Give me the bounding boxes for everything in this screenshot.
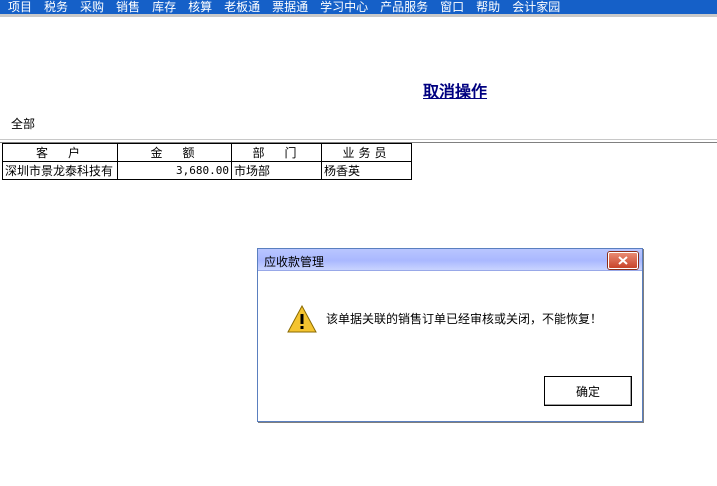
menu-item-inventory[interactable]: 库存	[144, 1, 180, 14]
divider	[0, 139, 717, 140]
close-button[interactable]	[608, 252, 638, 269]
column-header-salesperson[interactable]: 业务员	[321, 143, 412, 162]
table-header-row: 客 户 金 额 部 门 业务员	[2, 143, 412, 162]
page-title[interactable]: 取消操作	[423, 78, 487, 102]
column-header-customer[interactable]: 客 户	[2, 143, 118, 162]
column-header-amount[interactable]: 金 额	[117, 143, 232, 162]
warning-icon	[287, 305, 317, 333]
dialog-message: 该单据关联的销售订单已经审核或关闭，不能恢复！	[326, 312, 603, 326]
close-icon	[618, 256, 628, 265]
menu-item-learning-center[interactable]: 学习中心	[312, 1, 372, 14]
cell-department[interactable]: 市场部	[231, 161, 322, 180]
table-row[interactable]: 深圳市景龙泰科技有 3,680.00 市场部 杨香英	[2, 161, 412, 180]
column-header-department[interactable]: 部 门	[231, 143, 322, 162]
menu-item-boss-pass[interactable]: 老板通	[216, 1, 264, 14]
menu-item-accounting[interactable]: 核算	[180, 1, 216, 14]
menu-item-product-service[interactable]: 产品服务	[372, 1, 432, 14]
menu-item-window[interactable]: 窗口	[432, 1, 468, 14]
menu-item-accountant-home[interactable]: 会计家园	[504, 1, 564, 14]
menu-item-help[interactable]: 帮助	[468, 1, 504, 14]
menu-item-purchase[interactable]: 采购	[72, 1, 108, 14]
menu-item-bill-pass[interactable]: 票据通	[264, 1, 312, 14]
message-dialog: 应收款管理 该单据关联的销售订单已经审核或关闭，不能恢复！ 确定	[257, 248, 643, 422]
menu-bar: 项目 税务 采购 销售 库存 核算 老板通 票据通 学习中心 产品服务 窗口 帮…	[0, 0, 717, 17]
cell-customer[interactable]: 深圳市景龙泰科技有	[2, 161, 118, 180]
data-table: 客 户 金 额 部 门 业务员 深圳市景龙泰科技有 3,680.00 市场部 杨…	[2, 143, 412, 180]
dialog-title: 应收款管理	[264, 255, 325, 269]
menu-item-tax[interactable]: 税务	[36, 1, 72, 14]
ok-button[interactable]: 确定	[544, 376, 632, 406]
ok-button-label: 确定	[575, 384, 600, 399]
cell-amount[interactable]: 3,680.00	[117, 161, 232, 180]
dialog-titlebar[interactable]: 应收款管理	[258, 249, 642, 271]
cell-salesperson[interactable]: 杨香英	[321, 161, 412, 180]
menu-item-sales[interactable]: 销售	[108, 1, 144, 14]
filter-label: 全部	[11, 117, 36, 131]
menu-item-project[interactable]: 项目	[0, 1, 36, 14]
